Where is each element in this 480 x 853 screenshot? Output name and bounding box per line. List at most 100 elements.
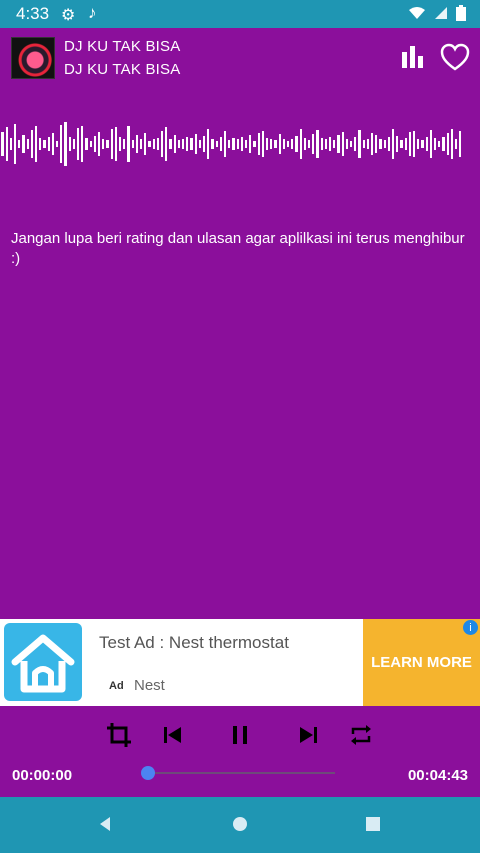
crop-icon[interactable] (105, 721, 133, 749)
waveform-bar (216, 141, 218, 147)
waveform-bar (207, 129, 209, 159)
status-icons (408, 5, 466, 21)
recents-icon[interactable] (361, 812, 385, 836)
waveform-bar (270, 139, 272, 149)
progress-thumb[interactable] (141, 766, 155, 780)
waveform-bar (316, 130, 319, 158)
home-icon[interactable] (228, 812, 252, 836)
waveform-bar (190, 138, 193, 150)
waveform-bar (384, 140, 386, 148)
waveform-bar (308, 140, 310, 148)
waveform-bar (144, 133, 146, 155)
waveform-bar (300, 129, 302, 159)
waveform-bar (73, 139, 75, 149)
waveform-bar (321, 138, 323, 150)
waveform-bar (375, 135, 377, 153)
waveform-bar (304, 138, 306, 150)
waveform-bar (392, 129, 394, 159)
waveform-bar (203, 136, 205, 152)
waveform-bar (396, 136, 398, 152)
waveform-bar (157, 138, 159, 150)
settings-icon: ⚙ (61, 7, 76, 24)
waveform-bar (421, 140, 424, 148)
waveform-bar (426, 137, 428, 151)
waveform-bar (6, 127, 8, 161)
waveform-bar (161, 131, 163, 157)
waveform-bar (69, 137, 71, 151)
waveform-bar (413, 131, 415, 157)
waveform-bar (18, 140, 20, 148)
waveform-bar (174, 135, 176, 153)
waveform-bar (169, 139, 172, 149)
ad-label: Ad (109, 680, 124, 692)
waveform-bar (22, 135, 25, 153)
waveform-bar (430, 130, 432, 158)
battery-icon (456, 5, 466, 21)
waveform-bar (232, 138, 235, 150)
waveform-bar (56, 141, 58, 147)
ad-brand[interactable]: Nest (134, 677, 165, 694)
waveform-bar (237, 139, 239, 149)
ad-title[interactable]: Test Ad : Nest thermostat (99, 633, 289, 653)
previous-icon[interactable] (163, 726, 183, 744)
waveform-bar (43, 140, 46, 148)
track-title: DJ KU TAK BISA (64, 38, 181, 55)
waveform-bar (342, 132, 344, 156)
waveform-bar (153, 139, 155, 149)
waveform-bar (371, 133, 373, 155)
back-icon[interactable] (93, 812, 117, 836)
waveform-bar (102, 139, 104, 149)
waveform-bar (442, 137, 445, 151)
waveform-bar (312, 134, 314, 154)
waveform-bar (405, 138, 407, 150)
waveform-bar (39, 138, 41, 150)
waveform-bar (337, 135, 340, 153)
progress-track[interactable] (147, 772, 335, 774)
waveform-bar (1, 132, 4, 156)
audio-waveform (1, 122, 461, 166)
total-time: 00:04:43 (407, 767, 468, 784)
next-icon[interactable] (298, 726, 318, 744)
waveform-bar (245, 140, 247, 148)
waveform-bar (266, 138, 268, 150)
waveform-bar (165, 127, 167, 161)
waveform-bar (35, 126, 37, 162)
waveform-bar (182, 139, 184, 149)
waveform-bar (148, 141, 151, 147)
waveform-bar (127, 126, 130, 162)
waveform-bar (346, 139, 348, 149)
pause-icon[interactable] (231, 725, 249, 745)
rating-message: Jangan lupa beri rating dan ulasan agar … (11, 230, 465, 267)
track-subtitle: DJ KU TAK BISA (64, 61, 181, 78)
waveform-bar (249, 135, 251, 153)
waveform-bar (52, 133, 54, 155)
waveform-bar (228, 140, 230, 148)
repeat-icon[interactable] (349, 724, 373, 746)
waveform-bar (279, 134, 281, 154)
waveform-bar (253, 141, 256, 147)
nest-home-icon (4, 623, 82, 701)
waveform-bar (358, 130, 361, 158)
waveform-bar (31, 130, 33, 158)
waveform-bar (199, 140, 201, 148)
waveform-bar (329, 137, 331, 151)
waveform-bar (85, 138, 88, 150)
ad-info-icon[interactable]: i (463, 620, 478, 635)
waveform-bar (434, 138, 436, 150)
waveform-bar (132, 140, 134, 148)
waveform-bar (350, 141, 352, 147)
learn-more-button[interactable]: LEARN MORE (363, 619, 480, 706)
wifi-icon (409, 7, 425, 19)
waveform-bar (459, 131, 461, 157)
waveform-bar (262, 131, 264, 157)
waveform-bar (455, 139, 457, 149)
waveform-bar (140, 139, 142, 149)
waveform-bar (400, 140, 403, 148)
heart-icon[interactable] (440, 43, 470, 73)
equalizer-icon[interactable] (398, 44, 428, 72)
waveform-bar (123, 139, 125, 149)
waveform-bar (241, 137, 243, 151)
waveform-bar (258, 133, 260, 155)
album-art (11, 37, 55, 79)
waveform-bar (295, 136, 298, 152)
